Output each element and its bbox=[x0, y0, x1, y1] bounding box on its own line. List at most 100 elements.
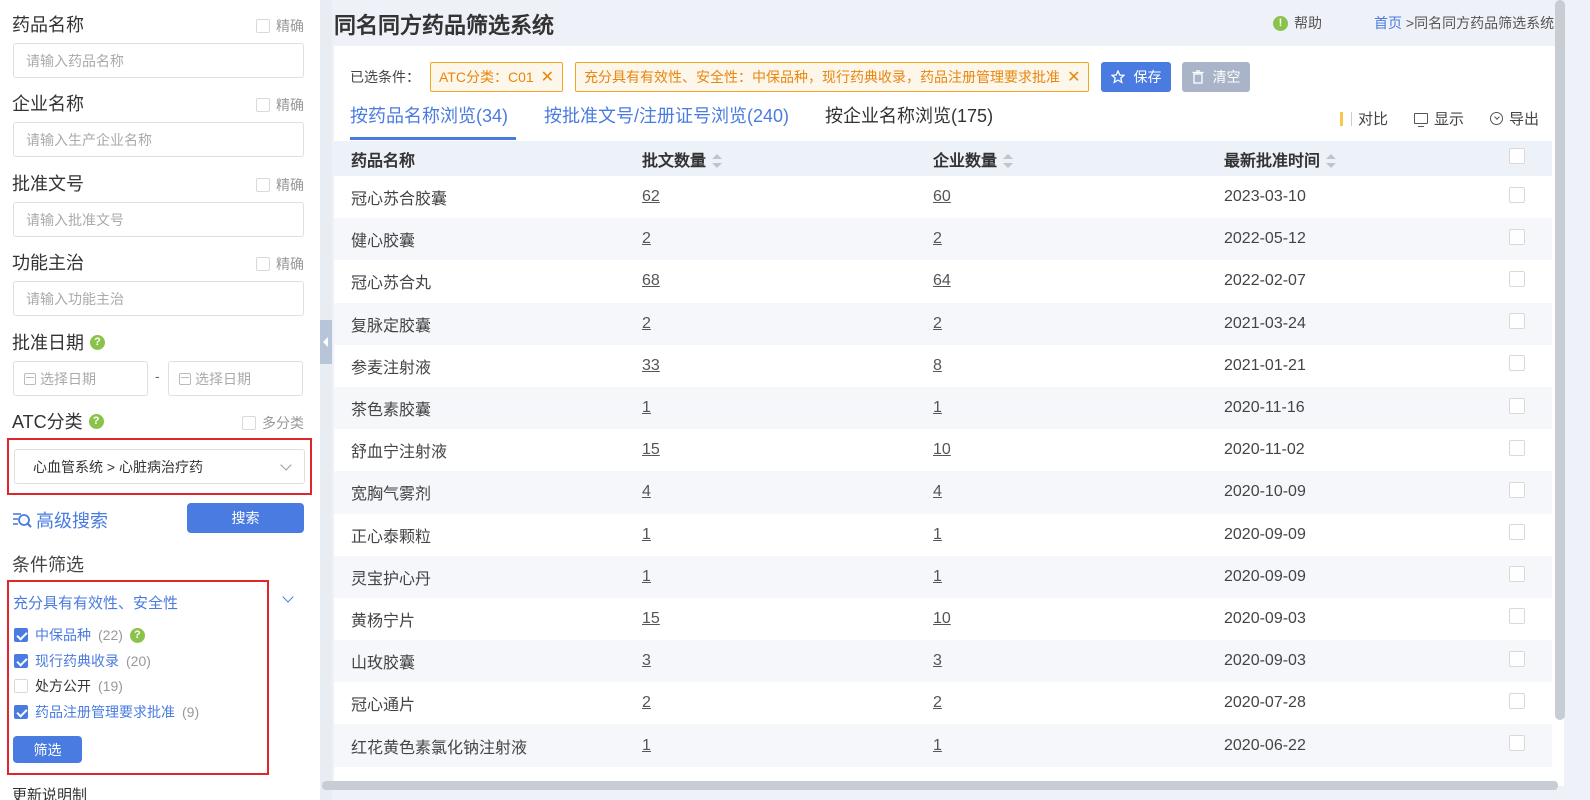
exact-checkbox[interactable] bbox=[256, 257, 270, 271]
filter-option-pharmacopoeia[interactable]: 现行药典收录 (20) bbox=[14, 651, 151, 671]
drug-name-cell[interactable]: 复脉定胶囊 bbox=[334, 303, 625, 345]
end-date-picker[interactable]: 选择日期 bbox=[168, 361, 303, 396]
approval-count-link[interactable]: 33 bbox=[625, 345, 916, 387]
start-date-picker[interactable]: 选择日期 bbox=[13, 361, 148, 396]
approval-no-input[interactable] bbox=[13, 202, 304, 237]
table-row[interactable]: 茶色素胶囊 1 1 2020-11-16 bbox=[334, 386, 1552, 430]
sort-icon[interactable] bbox=[1326, 154, 1337, 169]
help-icon[interactable]: ? bbox=[129, 627, 145, 643]
sort-icon[interactable] bbox=[712, 154, 723, 169]
column-header-company-count[interactable]: 企业数量 bbox=[916, 141, 1207, 176]
column-header-latest-date[interactable]: 最新批准时间 bbox=[1207, 141, 1482, 176]
drug-name-cell[interactable]: 冠心苏合胶囊 bbox=[334, 176, 625, 218]
search-button[interactable]: 搜索 bbox=[187, 503, 304, 533]
help-link[interactable]: ! 帮助 bbox=[1273, 13, 1322, 33]
table-row[interactable]: 冠心通片 2 2 2020-07-28 bbox=[334, 682, 1552, 724]
horizontal-scrollbar[interactable] bbox=[322, 781, 1558, 790]
atc-cascader[interactable]: 心血管系统 > 心脏病治疗药 bbox=[14, 449, 305, 484]
company-count-link[interactable]: 1 bbox=[916, 556, 1207, 598]
table-row[interactable]: 舒血宁注射液 15 10 2020-11-02 bbox=[334, 429, 1552, 471]
company-count-link[interactable]: 8 bbox=[916, 345, 1207, 387]
breadcrumb-home[interactable]: 首页 bbox=[1374, 15, 1402, 31]
drug-name-input[interactable] bbox=[13, 43, 304, 78]
compare-button[interactable]: 对比 bbox=[1340, 108, 1388, 129]
approval-count-link[interactable]: 1 bbox=[625, 724, 916, 766]
drug-name-cell[interactable]: 茶色素胶囊 bbox=[334, 387, 625, 429]
help-icon[interactable]: ? bbox=[90, 334, 105, 350]
approval-count-link[interactable]: 2 bbox=[625, 682, 916, 724]
table-row[interactable]: 冠心苏合丸 68 64 2022-02-07 bbox=[334, 260, 1552, 302]
drug-name-cell[interactable]: 红花黄色素氯化钠注射液 bbox=[334, 724, 625, 766]
drug-name-cell[interactable]: 冠心苏合丸 bbox=[334, 260, 625, 302]
approval-count-link[interactable]: 4 bbox=[625, 471, 916, 513]
company-count-link[interactable]: 1 bbox=[916, 724, 1207, 766]
approval-count-link[interactable]: 15 bbox=[625, 429, 916, 471]
filter-option-prescription-public[interactable]: 处方公开 (19) bbox=[14, 676, 123, 696]
company-count-link[interactable]: 60 bbox=[916, 176, 1207, 218]
drug-name-cell[interactable]: 冠心通片 bbox=[334, 682, 625, 724]
drug-name-cell[interactable]: 健心胶囊 bbox=[334, 218, 625, 260]
row-checkbox[interactable] bbox=[1509, 566, 1525, 583]
advanced-search-link[interactable]: 高级搜索 bbox=[12, 507, 108, 533]
collapse-sidebar-handle[interactable] bbox=[320, 320, 332, 364]
close-icon[interactable]: ✕ bbox=[541, 67, 554, 87]
company-count-link[interactable]: 4 bbox=[916, 471, 1207, 513]
company-count-link[interactable]: 2 bbox=[916, 218, 1207, 260]
row-checkbox[interactable] bbox=[1509, 692, 1525, 709]
display-button[interactable]: 显示 bbox=[1414, 108, 1464, 129]
approval-count-link[interactable]: 68 bbox=[625, 260, 916, 302]
select-all-checkbox[interactable] bbox=[1509, 148, 1525, 164]
indication-input[interactable] bbox=[13, 281, 304, 316]
tab-by-drug-name[interactable]: 按药品名称浏览(34) bbox=[350, 104, 517, 140]
option-checkbox[interactable] bbox=[14, 628, 28, 642]
table-row[interactable]: 红花黄色素氯化钠注射液 1 1 2020-06-22 bbox=[334, 724, 1552, 767]
drug-name-cell[interactable]: 灵宝护心丹 bbox=[334, 556, 625, 598]
table-row[interactable]: 健心胶囊 2 2 2022-05-12 bbox=[334, 218, 1552, 261]
company-count-link[interactable]: 2 bbox=[916, 682, 1207, 724]
filter-option-registration[interactable]: 药品注册管理要求批准 (9) bbox=[14, 702, 199, 722]
drug-name-cell[interactable]: 黄杨宁片 bbox=[334, 598, 625, 640]
approval-count-link[interactable]: 2 bbox=[625, 218, 916, 260]
help-icon[interactable]: ? bbox=[88, 413, 104, 429]
apply-filter-button[interactable]: 筛选 bbox=[13, 736, 82, 763]
multi-checkbox[interactable] bbox=[242, 416, 256, 430]
row-checkbox[interactable] bbox=[1509, 608, 1525, 625]
table-row[interactable]: 冠心苏合胶囊 62 60 2023-03-10 bbox=[334, 176, 1552, 218]
next-filter-group-title[interactable]: 更新说明制 bbox=[12, 784, 87, 800]
table-row[interactable]: 宽胸气雾剂 4 4 2020-10-09 bbox=[334, 471, 1552, 514]
approval-count-link[interactable]: 1 bbox=[625, 514, 916, 556]
row-checkbox[interactable] bbox=[1509, 270, 1525, 287]
table-row[interactable]: 黄杨宁片 15 10 2020-09-03 bbox=[334, 598, 1552, 640]
row-checkbox[interactable] bbox=[1509, 355, 1525, 372]
row-checkbox[interactable] bbox=[1509, 313, 1525, 330]
row-checkbox[interactable] bbox=[1509, 481, 1525, 498]
option-checkbox[interactable] bbox=[14, 679, 28, 693]
atc-multi-toggle[interactable]: 多分类 bbox=[242, 413, 304, 433]
export-button[interactable]: 导出 bbox=[1490, 108, 1539, 129]
company-name-exact-toggle[interactable]: 精确 bbox=[256, 95, 304, 115]
company-count-link[interactable]: 10 bbox=[916, 598, 1207, 640]
tab-by-approval-no[interactable]: 按批准文号/注册证号浏览(240) bbox=[544, 104, 789, 140]
row-checkbox[interactable] bbox=[1509, 650, 1525, 667]
drug-name-cell[interactable]: 正心泰颗粒 bbox=[334, 514, 625, 556]
drug-name-exact-toggle[interactable]: 精确 bbox=[256, 16, 304, 36]
drug-name-cell[interactable]: 宽胸气雾剂 bbox=[334, 471, 625, 513]
indication-exact-toggle[interactable]: 精确 bbox=[256, 254, 304, 274]
row-checkbox[interactable] bbox=[1509, 439, 1525, 456]
table-row[interactable]: 正心泰颗粒 1 1 2020-09-09 bbox=[334, 514, 1552, 556]
table-row[interactable]: 山玫胶囊 3 3 2020-09-03 bbox=[334, 640, 1552, 683]
row-checkbox[interactable] bbox=[1509, 186, 1525, 203]
filter-option-zhongbao[interactable]: 中保品种 (22) ? bbox=[14, 625, 145, 645]
drug-name-cell[interactable]: 舒血宁注射液 bbox=[334, 429, 625, 471]
close-icon[interactable]: ✕ bbox=[1067, 67, 1080, 87]
company-count-link[interactable]: 1 bbox=[916, 514, 1207, 556]
tab-by-company[interactable]: 按企业名称浏览(175) bbox=[825, 104, 993, 140]
row-checkbox[interactable] bbox=[1509, 397, 1525, 414]
company-name-input[interactable] bbox=[13, 122, 304, 157]
company-count-link[interactable]: 2 bbox=[916, 303, 1207, 345]
approval-count-link[interactable]: 3 bbox=[625, 640, 916, 682]
approval-count-link[interactable]: 62 bbox=[625, 176, 916, 218]
drug-name-cell[interactable]: 参麦注射液 bbox=[334, 345, 625, 387]
filter-group-title[interactable]: 充分具有有效性、安全性 bbox=[13, 592, 178, 613]
clear-button[interactable]: 清空 bbox=[1182, 62, 1251, 92]
